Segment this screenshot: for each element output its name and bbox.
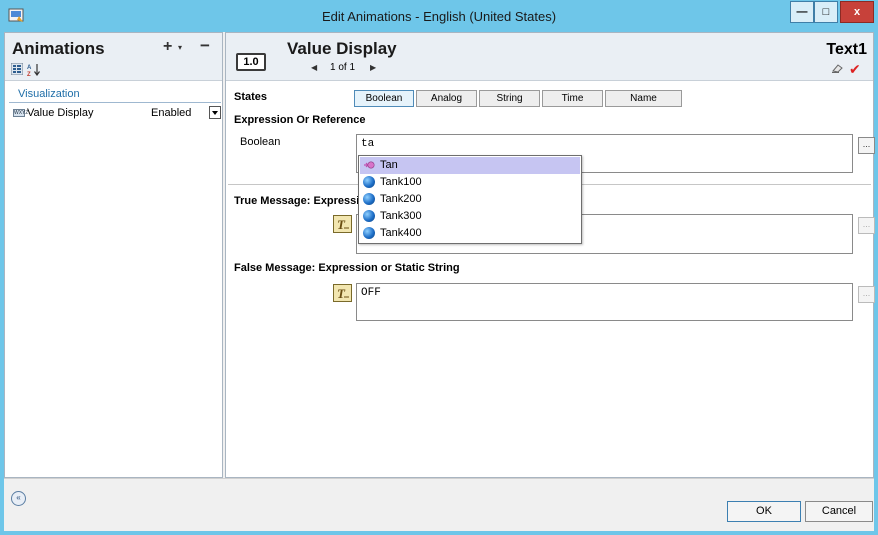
eraser-icon[interactable]: [831, 63, 843, 73]
animation-item-status: Enabled: [151, 107, 192, 119]
animations-list-panel: Animations + ▾ − A Z Visualization WXYZ …: [4, 32, 223, 478]
autocomplete-item[interactable]: Tank400: [360, 225, 580, 242]
page-indicator: 1 of 1: [330, 62, 356, 73]
categorized-view-icon[interactable]: [11, 63, 23, 75]
close-icon: x: [853, 6, 861, 18]
group-visualization: Visualization: [18, 88, 80, 100]
svg-text:T: T: [337, 217, 346, 232]
autocomplete-item-label: Tank300: [380, 210, 422, 222]
value-display-icon: WXYZ: [13, 109, 29, 117]
tab-string[interactable]: String: [479, 90, 540, 107]
expression-label: Expression Or Reference: [234, 114, 366, 126]
svg-text:A: A: [27, 65, 32, 71]
autocomplete-item-label: Tan: [380, 159, 398, 171]
autocomplete-item[interactable]: Tan: [360, 157, 580, 174]
true-message-browse-button[interactable]: ...: [858, 217, 875, 234]
true-message-label: True Message: Expressio: [234, 195, 367, 207]
sort-alphabetical-icon[interactable]: A Z: [27, 63, 41, 76]
add-animation-button[interactable]: +: [163, 38, 172, 56]
add-dropdown-icon[interactable]: ▾: [178, 43, 182, 52]
tag-icon: [363, 227, 375, 239]
animation-type-title: Value Display: [287, 39, 397, 58]
next-page-button[interactable]: ▶: [370, 63, 376, 72]
cancel-button[interactable]: Cancel: [805, 501, 873, 522]
detail-header: 1.0 Value Display ◀ 1 of 1 ▶ Text1 ✔: [226, 33, 873, 81]
false-message-browse-button[interactable]: ...: [858, 286, 875, 303]
remove-animation-button[interactable]: −: [200, 36, 210, 56]
ok-button[interactable]: OK: [727, 501, 801, 522]
animation-detail-panel: 1.0 Value Display ◀ 1 of 1 ▶ Text1 ✔ Sta…: [225, 32, 875, 478]
tab-analog[interactable]: Analog: [416, 90, 477, 107]
title-bar[interactable]: Edit Animations - English (United States…: [0, 0, 878, 32]
animation-item-value-display[interactable]: WXYZ Value Display Enabled: [7, 105, 221, 121]
object-name: Text1: [826, 41, 867, 58]
autocomplete-item-label: Tank100: [380, 176, 422, 188]
close-button[interactable]: x: [840, 1, 874, 23]
tab-boolean[interactable]: Boolean: [354, 90, 414, 107]
autocomplete-item-label: Tank400: [380, 227, 422, 239]
autocomplete-item[interactable]: Tank100: [360, 174, 580, 191]
tab-time[interactable]: Time: [542, 90, 603, 107]
tag-icon: [363, 210, 375, 222]
boolean-label: Boolean: [240, 136, 281, 148]
function-icon: [364, 161, 375, 169]
maximize-button[interactable]: □: [814, 1, 838, 23]
dialog-client-area: Animations + ▾ − A Z Visualization WXYZ …: [4, 32, 875, 531]
maximize-icon: □: [822, 6, 830, 18]
autocomplete-item-label: Tank200: [380, 193, 422, 205]
previous-page-button[interactable]: ◀: [311, 63, 317, 72]
group-divider: [9, 102, 221, 103]
false-message-label: False Message: Expression or Static Stri…: [234, 262, 460, 274]
true-message-static-string-icon[interactable]: T: [333, 215, 352, 233]
collapse-panel-button[interactable]: «: [11, 491, 26, 506]
validate-check-icon[interactable]: ✔: [849, 61, 861, 78]
autocomplete-item[interactable]: Tank200: [360, 191, 580, 208]
states-label: States: [234, 91, 268, 103]
expression-browse-button[interactable]: ...: [858, 137, 875, 154]
animations-header: Animations + ▾ − A Z: [5, 33, 222, 81]
value-display-type-icon: 1.0: [236, 53, 266, 71]
dialog-window: Edit Animations - English (United States…: [0, 0, 878, 535]
tab-name[interactable]: Name: [605, 90, 682, 107]
false-message-input[interactable]: OFF: [356, 283, 853, 321]
autocomplete-list: Tan Tank100 Tank200 Tank300 Tank400: [358, 155, 582, 244]
status-dropdown[interactable]: [209, 106, 221, 119]
autocomplete-item[interactable]: Tank300: [360, 208, 580, 225]
window-title: Edit Animations - English (United States…: [321, 9, 557, 24]
svg-text:Z: Z: [27, 72, 31, 76]
svg-text:T: T: [337, 286, 346, 301]
tag-icon: [363, 176, 375, 188]
minimize-button[interactable]: —: [790, 1, 814, 23]
tag-icon: [363, 193, 375, 205]
animations-title: Animations: [12, 39, 105, 58]
animation-item-name: Value Display: [27, 107, 94, 119]
dialog-footer: « OK Cancel: [4, 478, 874, 531]
false-message-static-string-icon[interactable]: T: [333, 284, 352, 302]
minimize-icon: —: [796, 6, 808, 18]
